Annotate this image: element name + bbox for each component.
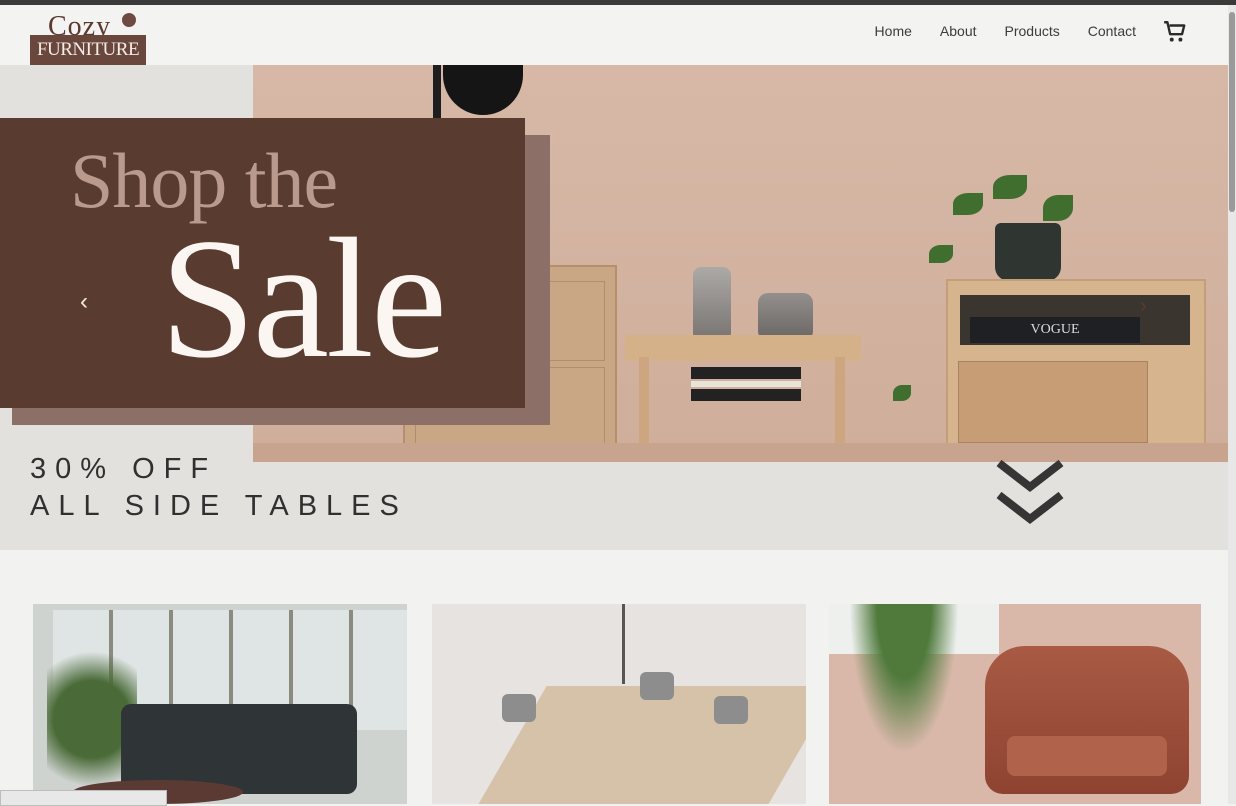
hero-headline-large: Sale xyxy=(160,204,447,394)
logo-dot xyxy=(122,13,136,27)
leaf xyxy=(1043,195,1073,221)
lamp-shade xyxy=(443,65,523,115)
nightstand-cabinet: VOGUE xyxy=(946,279,1206,453)
dining-chair xyxy=(502,694,536,722)
brand-logo[interactable]: Cozy FURNITURE xyxy=(30,11,146,65)
book-stack xyxy=(691,367,801,409)
dining-chair xyxy=(714,696,748,724)
logo-text-bottom: FURNITURE xyxy=(30,35,146,65)
pendant-lamp xyxy=(622,604,625,684)
leaf xyxy=(893,385,911,401)
glass-vase xyxy=(693,267,731,339)
glass-vase xyxy=(758,293,813,341)
leaf xyxy=(993,175,1027,199)
leaf xyxy=(953,193,983,215)
cart-icon[interactable] xyxy=(1162,19,1188,45)
nav-home[interactable]: Home xyxy=(875,23,912,39)
table-leg xyxy=(639,357,649,457)
dining-chair xyxy=(640,672,674,700)
nav-contact[interactable]: Contact xyxy=(1088,23,1136,39)
side-table xyxy=(625,335,861,361)
product-card-living-room[interactable] xyxy=(33,604,407,804)
nav-about[interactable]: About xyxy=(940,23,977,39)
floor-lamp xyxy=(433,65,441,125)
plant-pot xyxy=(995,223,1061,281)
chevron-left-icon[interactable]: ‹ xyxy=(80,288,88,316)
magazine: VOGUE xyxy=(970,317,1140,343)
nav-products[interactable]: Products xyxy=(1005,23,1060,39)
product-card-armchair[interactable] xyxy=(829,604,1201,804)
offer-line-1: 30% OFF xyxy=(30,453,218,485)
table-leg xyxy=(835,357,845,457)
scrollbar-thumb[interactable] xyxy=(1229,12,1235,212)
chevron-right-icon[interactable]: › xyxy=(1140,295,1147,318)
main-nav: Home About Products Contact xyxy=(875,23,1136,39)
leather-armchair xyxy=(985,646,1189,794)
product-card-dining-room[interactable] xyxy=(432,604,806,804)
hanging-plant xyxy=(849,604,959,754)
leaf xyxy=(929,245,953,263)
hero-banner: VOGUE Shop the Sale ‹ › 30% OFF ALL SIDE… xyxy=(0,65,1228,550)
offer-line-2: ALL SIDE TABLES xyxy=(30,490,408,522)
site-header: Cozy FURNITURE Home About Products Conta… xyxy=(0,5,1228,65)
floor xyxy=(253,443,1228,462)
double-chevron-down-icon[interactable] xyxy=(995,457,1065,529)
sale-panel: Shop the Sale ‹ xyxy=(0,118,525,408)
